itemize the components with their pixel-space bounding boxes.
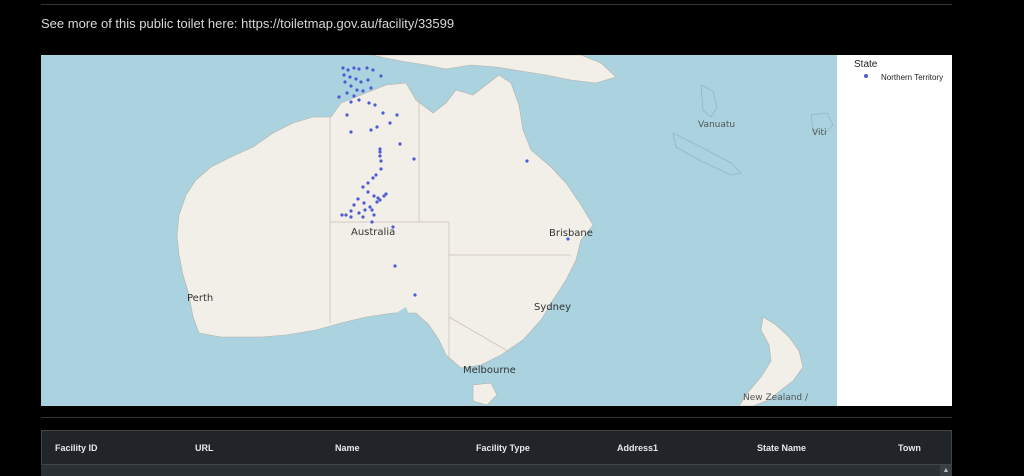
top-divider bbox=[41, 4, 952, 5]
facility-point[interactable] bbox=[369, 86, 373, 90]
facility-point[interactable] bbox=[370, 208, 374, 212]
new-guinea bbox=[370, 55, 617, 84]
scroll-up-icon[interactable]: ▲ bbox=[940, 465, 952, 476]
facility-point[interactable] bbox=[365, 66, 369, 70]
facility-point[interactable] bbox=[378, 154, 382, 158]
facility-point[interactable] bbox=[357, 211, 361, 215]
facility-point[interactable] bbox=[352, 94, 356, 98]
map-label-fiji: Viti bbox=[812, 128, 827, 138]
column-header-name[interactable]: Name bbox=[335, 443, 360, 453]
column-header-url[interactable]: URL bbox=[195, 443, 214, 453]
facility-point[interactable] bbox=[375, 125, 379, 129]
table-header: Facility ID URL Name Facility Type Addre… bbox=[41, 430, 952, 465]
tasmania bbox=[472, 382, 498, 406]
column-header-state-name[interactable]: State Name bbox=[757, 443, 806, 453]
facility-point[interactable] bbox=[357, 67, 361, 71]
australia-landmass bbox=[176, 74, 594, 369]
facility-point[interactable] bbox=[376, 196, 380, 200]
facility-point[interactable] bbox=[370, 220, 374, 224]
facility-point[interactable] bbox=[378, 150, 382, 154]
facility-point[interactable] bbox=[378, 147, 382, 151]
facility-point[interactable] bbox=[363, 208, 367, 212]
facility-point[interactable] bbox=[525, 159, 529, 163]
facility-point[interactable] bbox=[341, 66, 345, 70]
facility-point[interactable] bbox=[367, 101, 371, 105]
facility-point[interactable] bbox=[345, 113, 349, 117]
facility-point[interactable] bbox=[388, 121, 392, 125]
facility-point[interactable] bbox=[366, 181, 370, 185]
facility-point[interactable] bbox=[357, 98, 361, 102]
facility-point[interactable] bbox=[379, 74, 383, 78]
facility-point[interactable] bbox=[345, 91, 349, 95]
facility-point[interactable] bbox=[371, 68, 375, 72]
facility-info-text: See more of this public toilet here: htt… bbox=[41, 16, 455, 31]
facility-point[interactable] bbox=[369, 128, 373, 132]
facility-point[interactable] bbox=[412, 157, 416, 161]
facility-point[interactable] bbox=[361, 215, 365, 219]
facility-point[interactable] bbox=[349, 209, 353, 213]
facility-point[interactable] bbox=[361, 185, 365, 189]
facility-point[interactable] bbox=[349, 100, 353, 104]
facility-point[interactable] bbox=[379, 167, 383, 171]
facility-point[interactable] bbox=[343, 80, 347, 84]
legend-marker-icon bbox=[864, 74, 868, 78]
section-divider bbox=[41, 417, 952, 418]
facility-point[interactable] bbox=[354, 77, 358, 81]
column-header-facility-id[interactable]: Facility ID bbox=[55, 443, 98, 453]
facility-point[interactable] bbox=[375, 200, 379, 204]
facility-point[interactable] bbox=[373, 103, 377, 107]
facility-point[interactable] bbox=[342, 73, 346, 77]
column-header-town[interactable]: Town bbox=[898, 443, 921, 453]
facility-point[interactable] bbox=[352, 66, 356, 70]
facility-point[interactable] bbox=[349, 84, 353, 88]
facility-point[interactable] bbox=[384, 192, 388, 196]
facility-point[interactable] bbox=[344, 213, 348, 217]
facility-point[interactable] bbox=[348, 75, 352, 79]
map-label-perth: Perth bbox=[187, 293, 213, 304]
facility-point[interactable] bbox=[356, 197, 360, 201]
column-header-address1[interactable]: Address1 bbox=[617, 443, 658, 453]
legend-item-northern-territory[interactable]: Northern Territory bbox=[881, 73, 943, 82]
map-label-vanuatu: Vanuatu bbox=[698, 120, 735, 130]
map-label-sydney: Sydney bbox=[534, 302, 571, 313]
facility-point[interactable] bbox=[366, 190, 370, 194]
map-view[interactable]: Vanuatu Viti Australia Brisbane Perth Sy… bbox=[41, 55, 837, 406]
map-label-new-zealand: New Zealand / bbox=[743, 393, 809, 403]
facility-point[interactable] bbox=[359, 80, 363, 84]
facility-point[interactable] bbox=[374, 173, 378, 177]
facility-point[interactable] bbox=[381, 111, 385, 115]
facility-point[interactable] bbox=[349, 215, 353, 219]
facility-point[interactable] bbox=[355, 88, 359, 92]
facility-point[interactable] bbox=[349, 130, 353, 134]
facility-point[interactable] bbox=[379, 159, 383, 163]
legend-panel: State Northern Territory bbox=[837, 55, 952, 406]
column-header-facility-type[interactable]: Facility Type bbox=[476, 443, 530, 453]
facility-point[interactable] bbox=[361, 89, 365, 93]
facility-point[interactable] bbox=[372, 194, 376, 198]
map-canvas: Vanuatu Viti Australia Brisbane Perth Sy… bbox=[176, 55, 834, 406]
facility-point[interactable] bbox=[398, 142, 402, 146]
table-row[interactable] bbox=[41, 465, 952, 476]
facility-point[interactable] bbox=[337, 95, 341, 99]
new-caledonia bbox=[672, 132, 742, 176]
facility-point[interactable] bbox=[395, 113, 399, 117]
map-label-brisbane: Brisbane bbox=[549, 228, 593, 239]
legend-title: State bbox=[854, 59, 878, 70]
map-label-australia: Australia bbox=[351, 227, 395, 238]
vanuatu-islands bbox=[700, 84, 718, 118]
facility-point[interactable] bbox=[352, 203, 356, 207]
facility-point[interactable] bbox=[371, 176, 375, 180]
facility-point[interactable] bbox=[346, 68, 350, 72]
map-label-melbourne: Melbourne bbox=[463, 365, 516, 376]
facility-point[interactable] bbox=[393, 264, 397, 268]
facility-point[interactable] bbox=[372, 213, 376, 217]
facility-point[interactable] bbox=[366, 78, 370, 82]
facility-point[interactable] bbox=[362, 201, 366, 205]
facility-point[interactable] bbox=[413, 293, 417, 297]
facility-point[interactable] bbox=[340, 213, 344, 217]
facility-point[interactable] bbox=[368, 205, 372, 209]
